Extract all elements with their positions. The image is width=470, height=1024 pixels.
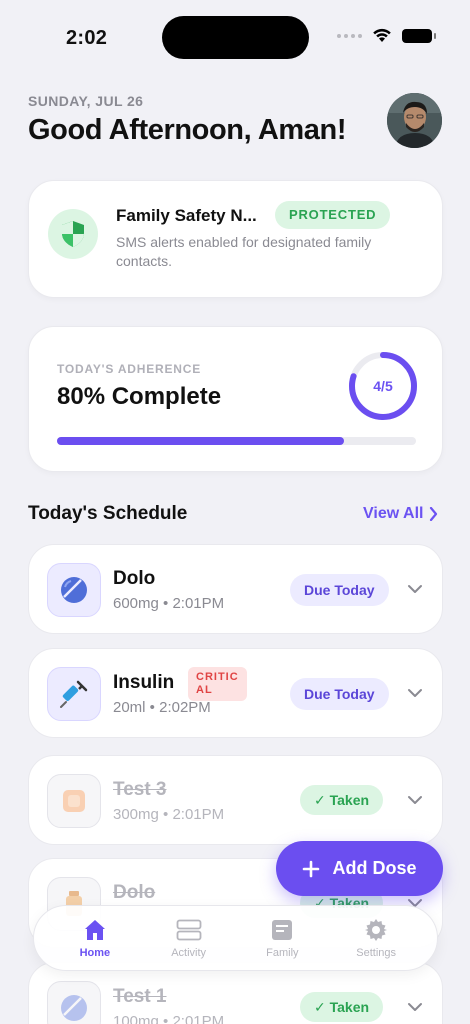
- plus-icon: [303, 860, 320, 877]
- status-badge: Due Today: [290, 678, 389, 710]
- signal-icon: [337, 33, 362, 38]
- list-icon: [176, 918, 202, 942]
- status-badge-label: Taken: [329, 999, 370, 1015]
- med-details: 300mg • 2:01PM: [113, 806, 225, 823]
- critical-badge: CRITIC AL: [188, 667, 247, 701]
- status-badge: PROTECTED: [275, 201, 391, 229]
- tablet-icon: [47, 774, 101, 828]
- schedule-title: Today's Schedule: [28, 503, 188, 524]
- nav-label: Settings: [356, 946, 396, 959]
- nav-item-family[interactable]: Family: [237, 918, 327, 959]
- greeting-title: Good Afternoon, Aman!: [28, 114, 347, 146]
- nav-label: Home: [79, 946, 111, 959]
- adherence-progress-bar: [57, 437, 416, 445]
- med-name: Test 3: [113, 779, 167, 800]
- status-icons: [337, 28, 436, 43]
- syringe-icon: [47, 667, 101, 721]
- view-all-link[interactable]: View All: [363, 505, 438, 523]
- chevron-down-icon[interactable]: [407, 581, 423, 597]
- list-item[interactable]: Dolo 600mg • 2:01PM Due Today: [28, 544, 443, 634]
- status-time: 2:02: [66, 27, 108, 49]
- pill-icon: [47, 981, 101, 1024]
- wifi-icon: [373, 28, 391, 42]
- nav-label: Activity: [171, 946, 207, 959]
- med-name: Dolo: [113, 568, 156, 589]
- dynamic-island: [162, 16, 309, 59]
- battery-icon: [402, 28, 436, 43]
- add-dose-label: Add Dose: [332, 858, 417, 878]
- family-safety-card[interactable]: Family Safety N... PROTECTED SMS alerts …: [28, 180, 443, 298]
- home-icon: [82, 918, 108, 942]
- gear-icon: [363, 918, 389, 942]
- med-details: 600mg • 2:01PM: [113, 595, 225, 612]
- list-item[interactable]: Test 3 300mg • 2:01PM ✓ Taken: [28, 755, 443, 845]
- shield-icon: [48, 209, 98, 259]
- add-dose-button[interactable]: Add Dose: [276, 841, 443, 896]
- nav-item-home[interactable]: Home: [50, 918, 140, 959]
- adherence-value: 80% Complete: [57, 383, 222, 410]
- med-details: 20ml • 2:02PM: [113, 699, 211, 716]
- med-name: Test 1: [113, 986, 167, 1007]
- view-all-label: View All: [363, 505, 424, 522]
- contact-card-icon: [269, 918, 295, 942]
- adherence-progress-fill: [57, 437, 345, 445]
- list-item[interactable]: Insulin CRITIC AL 20ml • 2:02PM Due Toda…: [28, 648, 443, 738]
- chevron-right-icon: [430, 507, 438, 521]
- status-badge: ✓ Taken: [300, 785, 384, 815]
- med-name: Insulin: [113, 672, 175, 693]
- nav-label: Family: [266, 946, 299, 959]
- chevron-down-icon[interactable]: [407, 999, 423, 1015]
- nav-item-activity[interactable]: Activity: [144, 918, 234, 959]
- med-details: 100mg • 2:01PM: [113, 1013, 225, 1024]
- status-bar: 2:02: [0, 0, 470, 76]
- status-badge: ✓ Taken: [300, 992, 384, 1022]
- avatar[interactable]: [387, 93, 442, 148]
- adherence-label: TODAY'S ADHERENCE: [57, 362, 202, 376]
- nav-item-settings[interactable]: Settings: [331, 918, 421, 959]
- safety-description: SMS alerts enabled for designated family…: [116, 234, 372, 269]
- safety-title: Family Safety N...: [116, 206, 257, 225]
- status-badge-label: Taken: [329, 792, 370, 808]
- date-label: SUNDAY, JUL 26: [28, 93, 144, 109]
- med-name: Dolo: [113, 882, 156, 903]
- chevron-down-icon[interactable]: [407, 685, 423, 701]
- bottom-nav: Home Activity Family Settings: [33, 905, 438, 971]
- pill-icon: [47, 563, 101, 617]
- list-item[interactable]: Test 1 100mg • 2:01PM ✓ Taken: [28, 962, 443, 1024]
- status-badge: Due Today: [290, 574, 389, 606]
- adherence-ring-text: 4/5: [373, 378, 393, 394]
- chevron-down-icon[interactable]: [407, 792, 423, 808]
- adherence-card: TODAY'S ADHERENCE 80% Complete 4/5: [28, 326, 443, 472]
